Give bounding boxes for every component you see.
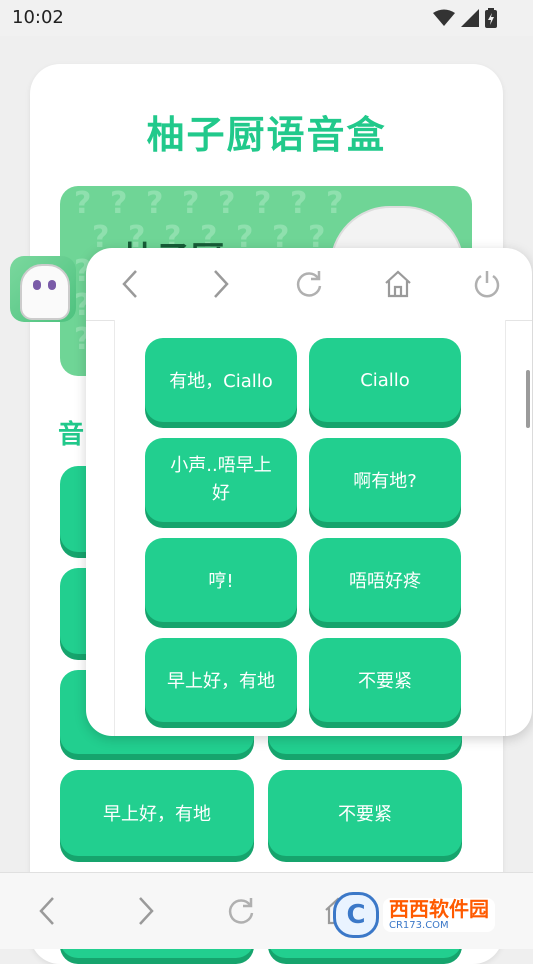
- voice-button-label: 有地，Ciallo: [169, 371, 273, 392]
- avatar-eye: [48, 280, 56, 290]
- floating-avatar[interactable]: [10, 256, 76, 322]
- voice-button[interactable]: 小声..唔早上好: [145, 438, 297, 522]
- avatar-face: [20, 264, 70, 320]
- battery-icon: [485, 8, 497, 28]
- voice-button[interactable]: 早上好，有地: [60, 770, 254, 856]
- voice-button[interactable]: 唔唔好疼: [309, 538, 461, 622]
- watermark-logo: C 西西软件园 CR173.COM: [333, 892, 519, 938]
- voice-button[interactable]: 哼!: [145, 538, 297, 622]
- overlay-content: 有地，Ciallo Ciallo 小声..唔早上好 啊有地? 哼! 唔唔好疼 早…: [114, 320, 506, 736]
- section-label: 音: [58, 420, 85, 450]
- voice-button-label: 早上好，有地: [167, 671, 275, 692]
- signal-icon: [461, 9, 479, 27]
- voice-button[interactable]: 不要紧: [268, 770, 462, 856]
- scrollbar[interactable]: [526, 370, 530, 428]
- home-icon[interactable]: [378, 264, 418, 304]
- back-icon[interactable]: [111, 264, 151, 304]
- voice-button-label: 唔唔好疼: [349, 571, 421, 592]
- voice-button-label: Ciallo: [360, 369, 410, 391]
- status-icons: [433, 8, 497, 28]
- watermark-main: 西西软件园: [389, 897, 489, 921]
- watermark-sub: CR173.COM: [389, 920, 449, 931]
- voice-button-label: 小声..唔早上好: [170, 455, 272, 504]
- voice-button-label: 不要紧: [358, 671, 412, 692]
- watermark-text: 西西软件园 CR173.COM: [383, 898, 495, 932]
- voice-button-label: 不要紧: [338, 804, 392, 825]
- avatar-eye: [33, 280, 41, 290]
- forward-icon[interactable]: [200, 264, 240, 304]
- power-icon[interactable]: [467, 264, 507, 304]
- overlay-browser-window: 有地，Ciallo Ciallo 小声..唔早上好 啊有地? 哼! 唔唔好疼 早…: [86, 248, 532, 736]
- voice-button[interactable]: 啊有地?: [309, 438, 461, 522]
- voice-button[interactable]: 有地，Ciallo: [145, 338, 297, 422]
- watermark-logo-letter: C: [333, 892, 379, 938]
- voice-button[interactable]: 不要紧: [309, 638, 461, 722]
- refresh-icon[interactable]: [289, 264, 329, 304]
- refresh-icon[interactable]: [221, 891, 261, 931]
- forward-icon[interactable]: [125, 891, 165, 931]
- overlay-nav-bar: [86, 248, 532, 321]
- status-bar: 10:02: [0, 0, 533, 36]
- voice-button[interactable]: 早上好，有地: [145, 638, 297, 722]
- voice-button-label: 哼!: [208, 571, 234, 592]
- back-icon[interactable]: [28, 891, 68, 931]
- voice-button[interactable]: Ciallo: [309, 338, 461, 422]
- voice-button-label: 啊有地?: [353, 471, 417, 492]
- wifi-icon: [433, 9, 455, 26]
- status-time: 10:02: [12, 7, 64, 28]
- voice-button-label: 早上好，有地: [103, 804, 211, 825]
- app-title: 柚子厨语音盒: [146, 113, 387, 157]
